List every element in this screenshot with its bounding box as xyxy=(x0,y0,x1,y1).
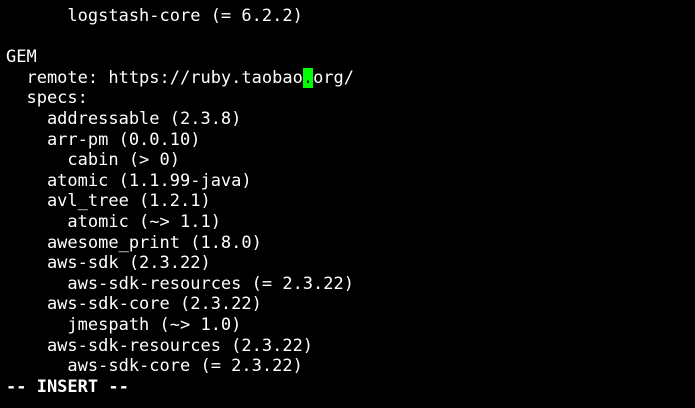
terminal-line-16: jmespath (~> 1.0) xyxy=(6,315,242,335)
terminal-line-18: aws-sdk-core (= 2.3.22) xyxy=(6,356,303,377)
terminal-line-11: atomic (~> 1.1) xyxy=(6,212,221,232)
terminal-line-8: cabin (> 0) xyxy=(6,150,180,171)
terminal-line-10: avl_tree (1.2.1) xyxy=(6,191,211,212)
terminal-line-remote: remote: https://ruby.taobao.org/ xyxy=(6,67,355,89)
text-cursor: . xyxy=(302,67,314,88)
terminal-line-13: aws-sdk (2.3.22) xyxy=(6,253,211,274)
terminal-line-1: logstash-core (= 6.2.2) xyxy=(6,6,303,26)
terminal-line-17: aws-sdk-resources (2.3.22) xyxy=(6,335,314,356)
terminal-line-7: arr-pm (0.0.10) xyxy=(6,129,201,150)
vim-mode-indicator: -- INSERT -- xyxy=(6,376,129,397)
terminal-line-5: specs: xyxy=(6,88,88,109)
remote-text-suffix: org/ xyxy=(313,67,355,88)
terminal-line-3: GEM xyxy=(6,47,37,68)
terminal-line-14: aws-sdk-resources (= 2.3.22) xyxy=(6,273,354,294)
remote-text-prefix: remote: https://ruby.taobao xyxy=(6,67,303,88)
terminal-line-6: addressable (2.3.8) xyxy=(6,109,242,129)
terminal-window[interactable]: logstash-core (= 6.2.2) GEM remote: http… xyxy=(0,0,695,408)
terminal-line-15: aws-sdk-core (2.3.22) xyxy=(6,294,262,315)
terminal-line-9: atomic (1.1.99-java) xyxy=(6,170,252,191)
terminal-line-12: awesome_print (1.8.0) xyxy=(6,232,262,253)
